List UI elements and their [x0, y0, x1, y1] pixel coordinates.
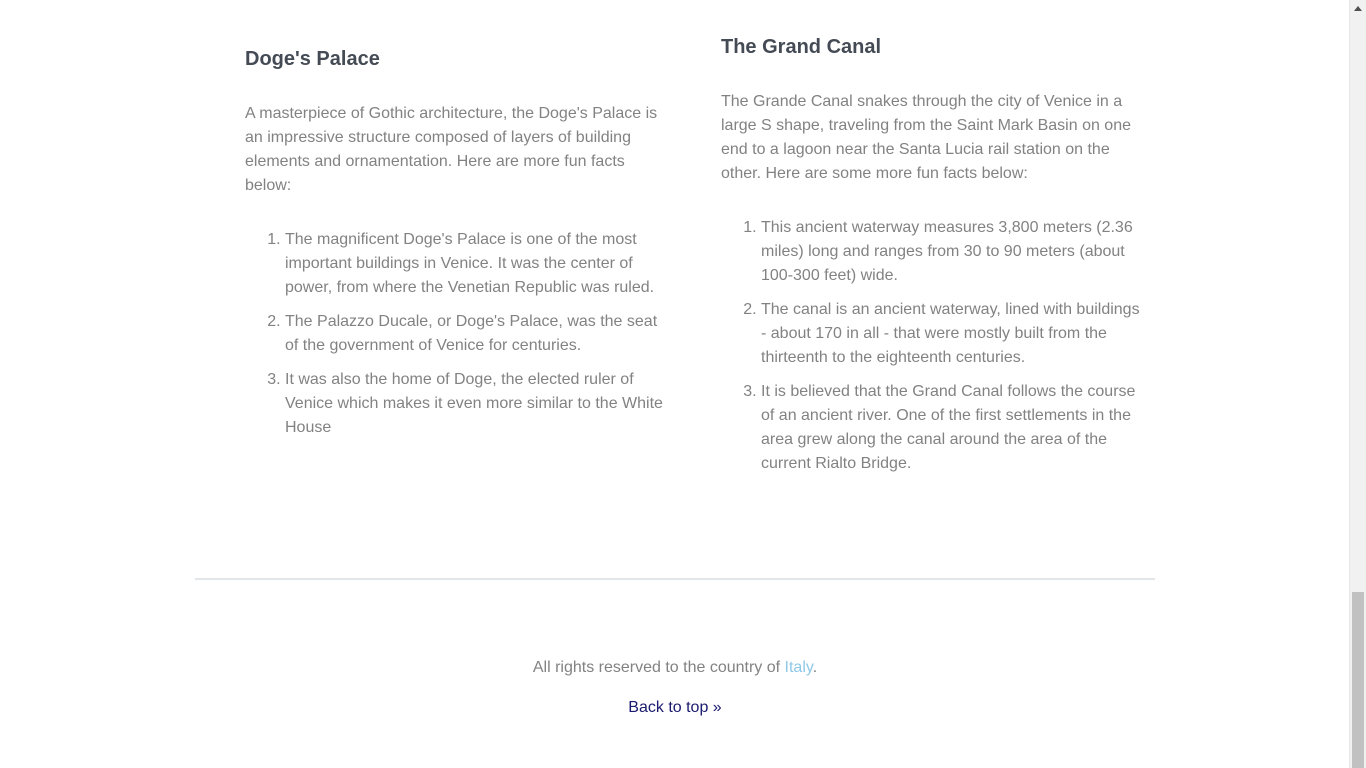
list-item: The magnificent Doge's Palace is one of …: [285, 228, 665, 300]
doges-palace-title: Doge's Palace: [245, 48, 380, 70]
back-to-top-container: Back to top »: [195, 696, 1155, 720]
vertical-scrollbar[interactable]: [1349, 0, 1366, 768]
footer-rights: All rights reserved to the country of It…: [195, 656, 1155, 680]
footer-rights-prefix: All rights reserved to the country of: [532, 659, 785, 676]
scrollbar-thumb[interactable]: [1352, 592, 1364, 768]
grand-canal-section: The Grand Canal The Grande Canal snakes …: [721, 33, 1141, 486]
footer-divider: [195, 578, 1155, 580]
doges-palace-section: Doge's Palace A masterpiece of Gothic ar…: [245, 45, 665, 450]
footer-rights-suffix: .: [812, 659, 818, 676]
list-item: It is believed that the Grand Canal foll…: [761, 380, 1141, 476]
doges-palace-intro: A masterpiece of Gothic architecture, th…: [245, 105, 658, 194]
grand-canal-facts-list: This ancient waterway measures 3,800 met…: [721, 216, 1141, 476]
grand-canal-title: The Grand Canal: [721, 36, 882, 58]
back-to-top-link[interactable]: Back to top »: [628, 699, 721, 716]
scroll-up-arrow-icon[interactable]: [1350, 0, 1366, 17]
list-item: The canal is an ancient waterway, lined …: [761, 298, 1141, 370]
page-content: Doge's Palace A masterpiece of Gothic ar…: [0, 0, 1349, 768]
list-item: It was also the home of Doge, the electe…: [285, 368, 665, 440]
grand-canal-intro: The Grande Canal snakes through the city…: [721, 93, 1131, 182]
doges-palace-facts-list: The magnificent Doge's Palace is one of …: [245, 228, 665, 440]
list-item: This ancient waterway measures 3,800 met…: [761, 216, 1141, 288]
italy-link[interactable]: Italy: [785, 659, 813, 676]
list-item: The Palazzo Ducale, or Doge's Palace, wa…: [285, 310, 665, 358]
